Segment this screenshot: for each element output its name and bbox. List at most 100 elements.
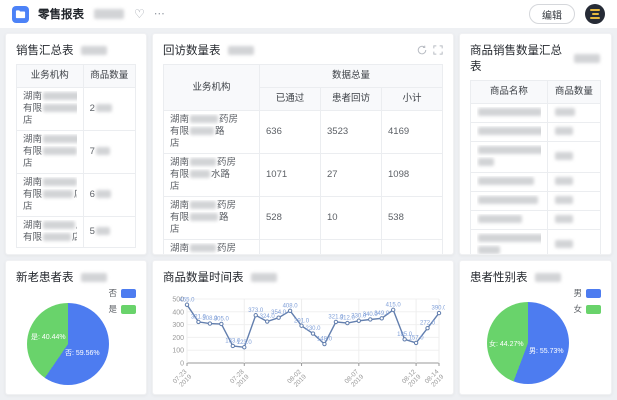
redacted-text xyxy=(81,46,107,55)
redacted-text xyxy=(43,135,77,143)
redacted-title-text xyxy=(94,9,124,19)
org-line: 有限路 xyxy=(170,126,253,138)
org-line: 店 xyxy=(170,224,253,236)
data-point xyxy=(323,342,326,345)
value-cell: 3523 xyxy=(321,111,382,154)
new-old-patients-card: 新老患者表 否是 否: 59.56%是: 40.44% xyxy=(5,260,147,395)
data-point xyxy=(380,317,383,320)
org-line: 湖南 xyxy=(23,91,77,103)
pie-chart[interactable]: 否: 59.56%是: 40.44% xyxy=(27,303,109,385)
y-axis-tick-label: 100 xyxy=(172,348,184,355)
value-cell xyxy=(260,240,321,256)
column-header: 商品数量 xyxy=(547,81,600,104)
redacted-text xyxy=(478,215,522,223)
data-point-label: 291.0 xyxy=(294,318,310,324)
table-row xyxy=(471,104,601,123)
data-point xyxy=(334,320,337,323)
legend-swatch xyxy=(121,305,136,314)
pie-chart[interactable]: 男: 55.73%女: 44.27% xyxy=(487,302,569,384)
data-point xyxy=(346,321,349,324)
redacted-text xyxy=(535,273,561,282)
favorite-icon[interactable]: ♡ xyxy=(134,8,145,20)
sales-table: 业务机构 商品数量 湖南有限店2湖南有限店7湖南房有限店店6湖南房有限店5 xyxy=(16,64,136,248)
redacted-text xyxy=(251,273,277,282)
org-line: 有限水路 xyxy=(170,169,253,181)
legend-label: 否 xyxy=(108,287,117,299)
table-row: 湖南药房有限水路店1071271098 xyxy=(164,154,443,197)
value-cell: 1071 xyxy=(260,154,321,197)
redacted-text xyxy=(228,46,254,55)
line-chart: 010020030040050007-23201907-28201908-022… xyxy=(153,291,453,395)
org-cell: 湖南房有限店 xyxy=(17,217,84,248)
redacted-text xyxy=(478,146,541,154)
org-line: 有限路 xyxy=(170,212,253,224)
column-header: 业务机构 xyxy=(17,65,84,88)
legend-label: 女 xyxy=(573,303,582,315)
data-point-label: 373.0 xyxy=(248,308,264,314)
legend-item[interactable]: 否 xyxy=(108,287,136,299)
redacted-text xyxy=(190,127,214,135)
avatar[interactable] xyxy=(585,4,605,24)
refresh-icon[interactable] xyxy=(417,45,427,55)
org-line: 湖南药房 xyxy=(170,243,253,255)
data-point xyxy=(414,341,417,344)
org-cell: 湖南有限店 xyxy=(17,131,84,174)
column-header: 患者回访 xyxy=(321,88,382,111)
redacted-text xyxy=(190,158,216,166)
x-axis-tick-label: 08-022019 xyxy=(286,368,308,390)
org-line: 湖南药房 xyxy=(170,200,253,212)
chart-legend: 男女 xyxy=(573,287,601,315)
product-table-body xyxy=(471,104,601,256)
card-title: 新老患者表 xyxy=(16,269,74,285)
qty-cell xyxy=(547,192,600,211)
redacted-text xyxy=(478,158,494,166)
redacted-text xyxy=(96,227,110,235)
more-options-icon[interactable]: ⋯ xyxy=(154,9,166,20)
legend-item[interactable]: 是 xyxy=(108,303,136,315)
redacted-text xyxy=(43,178,77,186)
legend-item[interactable]: 女 xyxy=(573,303,601,315)
data-point xyxy=(197,320,200,323)
table-row xyxy=(471,173,601,192)
table-row: 湖南房有限店5 xyxy=(17,217,136,248)
org-line: 有限 xyxy=(23,146,77,158)
redacted-text xyxy=(43,147,77,155)
edit-button[interactable]: 编辑 xyxy=(529,4,575,24)
org-cell: 湖南房有限店店 xyxy=(17,174,84,217)
dashboard-grid: 销售汇总表 业务机构 商品数量 湖南有限店2湖南有限店7湖南房有限店店6湖南房有… xyxy=(0,28,617,400)
value-cell: 636 xyxy=(260,111,321,154)
data-point-label: 415.0 xyxy=(386,302,402,308)
table-row: 湖南药房有限路店52810538 xyxy=(164,197,443,240)
qty-cell: 2 xyxy=(83,88,135,131)
table-row: 湖南有限店7 xyxy=(17,131,136,174)
y-axis-tick-label: 200 xyxy=(172,335,184,342)
table-row xyxy=(471,123,601,142)
data-point xyxy=(426,326,429,329)
fullscreen-icon[interactable] xyxy=(433,45,443,55)
redacted-text xyxy=(478,196,538,204)
legend-item[interactable]: 男 xyxy=(573,287,601,299)
qty-cell xyxy=(547,142,600,173)
visit-count-card: 回访数量表 业务机构 数据总量 已通过 患者回访 小计 湖南药房有限路店63 xyxy=(152,33,454,255)
org-line xyxy=(477,245,541,255)
org-line: 店 xyxy=(23,115,77,127)
org-line: 店 xyxy=(23,201,77,213)
value-cell: 528 xyxy=(260,197,321,240)
org-cell: 湖南药房有限水路店 xyxy=(164,154,260,197)
data-point xyxy=(311,332,314,335)
product-table: 商品名称 商品数量 xyxy=(470,80,601,255)
product-name-cell xyxy=(471,142,548,173)
qty-cell: 5 xyxy=(83,217,135,248)
product-name-cell xyxy=(471,192,548,211)
page-title: 零售报表 xyxy=(38,6,84,22)
redacted-text xyxy=(96,147,110,155)
org-line: 湖南药房 xyxy=(170,114,253,126)
visit-table: 业务机构 数据总量 已通过 患者回访 小计 湖南药房有限路店6363523416… xyxy=(163,64,443,255)
value-cell: 27 xyxy=(321,154,382,197)
data-point-label: 390.0 xyxy=(431,306,445,312)
qty-cell: 7 xyxy=(83,131,135,174)
product-name-cell xyxy=(471,230,548,256)
data-point xyxy=(231,344,234,347)
redacted-text xyxy=(96,104,112,112)
data-point xyxy=(243,346,246,349)
